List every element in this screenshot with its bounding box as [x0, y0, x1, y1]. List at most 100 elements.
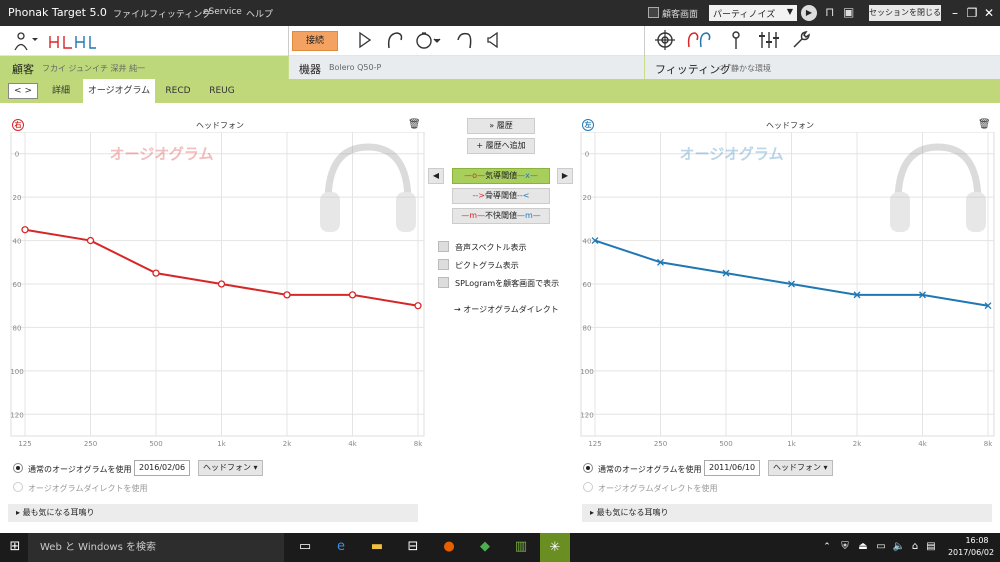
add-history-button[interactable]: + 履歴へ追加 — [467, 138, 535, 154]
ime-icon[interactable]: ▤ — [922, 538, 940, 556]
audiogram-watermark: オージオグラム — [680, 145, 784, 163]
right-audiogram-date[interactable]: 2016/02/06 — [134, 460, 191, 476]
security-icon[interactable]: ⛨ — [836, 538, 854, 556]
target-taskbar-icon[interactable]: ✳ — [540, 533, 570, 562]
minimize-button[interactable]: – — [947, 5, 963, 21]
firefox-icon[interactable]: ● — [440, 538, 458, 556]
ear-cup — [396, 192, 416, 232]
close-session-button[interactable]: セッションを閉じる — [869, 5, 941, 21]
right-transducer-value: ヘッドフォン — [203, 463, 251, 472]
task-view-icon[interactable]: ▭ — [296, 538, 314, 556]
audiogram-direct-link[interactable]: → オージオグラムダイレクト — [454, 304, 559, 315]
restore-button[interactable]: ❐ — [964, 5, 980, 21]
ucl-right-marker: —m— — [461, 211, 485, 220]
edge-icon[interactable]: e — [332, 538, 350, 556]
pictogram-label: ピクトグラム表示 — [455, 261, 519, 270]
tab-audiogram[interactable]: オージオグラム — [83, 79, 155, 103]
menu-fitting[interactable]: フィッティング — [149, 7, 211, 20]
remote-icon[interactable] — [414, 30, 444, 54]
chevron-left-icon[interactable]: < — [14, 86, 22, 96]
bc-right-marker: --> — [472, 191, 485, 200]
bc-threshold-button[interactable]: -->骨導閾値--< — [452, 188, 550, 204]
device-label: 機器 — [299, 63, 321, 76]
device-section[interactable]: 機器 Bolero Q50-P — [289, 56, 644, 79]
save-button[interactable]: ▣ — [843, 5, 857, 21]
menu-help[interactable]: ヘルプ — [246, 7, 273, 20]
ucl-threshold-button[interactable]: —m—不快閾値—m— — [452, 208, 550, 224]
client-icon[interactable] — [12, 30, 42, 56]
chevron-right-icon: ▶ — [561, 171, 569, 180]
ucl-left-marker: —m— — [517, 211, 541, 220]
play-button[interactable]: ▶ — [801, 5, 817, 21]
left-audiogram-date[interactable]: 2011/06/10 — [704, 460, 761, 476]
ac-left-marker: —x— — [517, 171, 538, 180]
trash-icon[interactable]: 🗑 — [978, 119, 991, 130]
trash-icon[interactable]: 🗑 — [408, 119, 421, 130]
arrow-right-icon: → — [454, 305, 461, 314]
pin-icon[interactable] — [730, 30, 742, 54]
prev-ear-button[interactable]: ◀ — [428, 168, 444, 184]
taskbar-date[interactable]: 2017/06/02 — [946, 548, 996, 557]
fitting-section[interactable]: フィッティング ◁) 静かな環境 — [645, 56, 1000, 79]
audiogram-icon[interactable] — [48, 30, 98, 56]
right-direct-audiogram-radio[interactable] — [13, 482, 23, 492]
right-tinnitus-section[interactable]: ▸ 最も気になる耳鳴り — [8, 504, 418, 522]
menu-file[interactable]: ファイル — [113, 7, 149, 20]
file-explorer-icon[interactable]: ▬ — [368, 538, 386, 556]
close-button[interactable]: ✕ — [981, 5, 997, 21]
right-normal-audiogram-radio[interactable] — [13, 463, 23, 473]
tab-recd[interactable]: RECD — [160, 79, 196, 103]
left-tinnitus-section[interactable]: ▸ 最も気になる耳鳴り — [582, 504, 992, 522]
taskbar-time[interactable]: 16:08 — [960, 536, 994, 545]
speaker-icon[interactable] — [486, 30, 500, 54]
history-button[interactable]: » 履歴 — [467, 118, 535, 134]
ears-icon[interactable] — [686, 30, 712, 54]
data-point — [152, 269, 160, 277]
y-tick-label: 20 — [583, 194, 592, 202]
connect-button[interactable]: 接続 — [292, 31, 338, 51]
equalizer-icon[interactable] — [758, 30, 780, 54]
left-transducer-select[interactable]: ヘッドフォン ▾ — [768, 460, 833, 476]
left-normal-audiogram-radio[interactable] — [583, 463, 593, 473]
next-ear-button[interactable]: ▶ — [557, 168, 573, 184]
right-transducer-header: ヘッドフォン — [196, 121, 244, 130]
speech-spectrum-label: 音声スペクトル表示 — [455, 243, 527, 252]
tab-reug[interactable]: REUG — [202, 79, 242, 103]
battery-icon[interactable]: ▭ — [872, 538, 890, 556]
right-audiogram-chart[interactable]: 0 20 40 60 80 100 120 125 250 500 1k 2k 4k 8k オージオグラム — [0, 132, 430, 452]
chevron-right-icon[interactable]: > — [24, 86, 32, 96]
main-toolbar: 接続 — [0, 26, 1000, 56]
x-tick-label: 1k — [787, 440, 796, 448]
pictogram-checkbox[interactable] — [438, 259, 449, 270]
wrench-icon[interactable] — [791, 30, 811, 54]
taskbar-search[interactable]: Web と Windows を検索 — [28, 533, 284, 562]
hearing-aid-icon[interactable] — [385, 30, 405, 54]
right-transducer-select[interactable]: ヘッドフォン ▾ — [198, 460, 263, 476]
client-screen-checkbox[interactable] — [648, 7, 659, 18]
usb-icon[interactable]: ⏏ — [854, 538, 872, 556]
noise-select[interactable]: パーティノイズ ▼ — [709, 5, 797, 21]
left-transducer-value: ヘッドフォン — [773, 463, 821, 472]
windows-start-icon[interactable]: ⊞ — [6, 538, 24, 556]
device-name: Bolero Q50-P — [329, 63, 382, 72]
nav-arrows[interactable]: < > — [8, 83, 38, 99]
chevron-up-icon[interactable]: ⌃ — [818, 538, 836, 556]
menu-eservice[interactable]: eService — [203, 7, 242, 17]
speech-spectrum-checkbox[interactable] — [438, 241, 449, 252]
ear-piece-icon[interactable] — [454, 30, 474, 54]
tab-details[interactable]: 詳細 — [44, 79, 78, 103]
left-direct-audiogram-radio[interactable] — [583, 482, 593, 492]
store-icon[interactable]: ⊟ — [404, 538, 422, 556]
x-tick-label: 8k — [414, 440, 423, 448]
right-normal-audiogram-label: 通常のオージオグラムを使用 — [28, 465, 132, 474]
mute-button[interactable]: ⊓ — [825, 5, 839, 21]
client-section[interactable]: 顧客 フカイ ジュンイチ 深井 純一 — [0, 56, 288, 79]
splogram-checkbox[interactable] — [438, 277, 449, 288]
target-icon[interactable] — [655, 30, 675, 54]
left-audiogram-chart[interactable]: 0 20 40 60 80 100 120 125 250 500 1k 2k 4k 8k オージオグラム — [570, 132, 1000, 452]
notes-icon[interactable]: ▥ — [512, 538, 530, 556]
right-direct-audiogram-label: オージオグラムダイレクトを使用 — [28, 484, 148, 493]
ac-threshold-button[interactable]: —o—気導閾値—x— — [452, 168, 550, 184]
play-outline-icon[interactable] — [358, 30, 372, 54]
app-icon[interactable]: ◆ — [476, 538, 494, 556]
